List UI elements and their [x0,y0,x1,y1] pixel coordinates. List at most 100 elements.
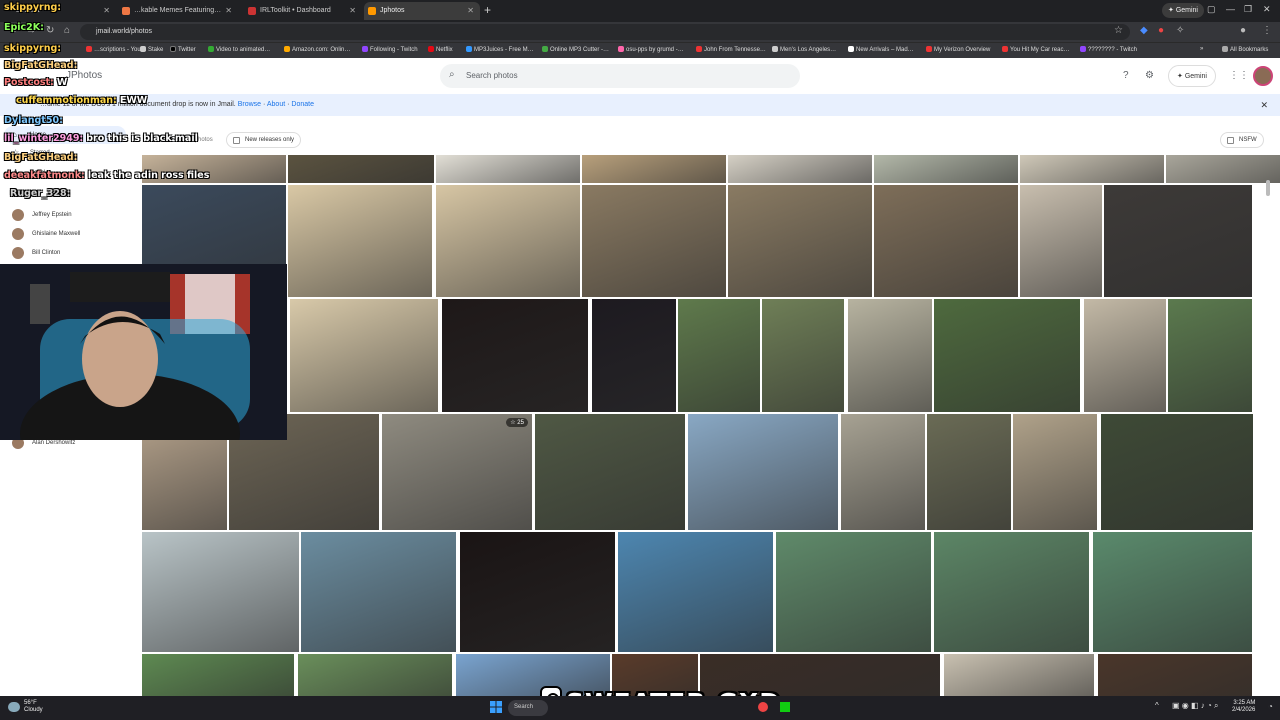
photo-thumbnail[interactable] [535,414,685,530]
close-icon[interactable]: ✕ [349,6,356,15]
photo-thumbnail[interactable] [618,532,773,652]
bookmark-item[interactable]: New Arrivals – Mad… [848,46,914,53]
gear-icon[interactable]: ⚙ [1145,70,1154,81]
apps-grid-icon[interactable]: ⋮⋮ [1229,70,1249,81]
photo-thumbnail[interactable] [301,532,456,652]
photo-thumbnail[interactable] [142,532,299,652]
chat-username[interactable]: skippyrng: [4,2,61,13]
photo-thumbnail[interactable] [728,185,872,297]
extensions-puzzle-icon[interactable]: ✧ [1176,25,1184,36]
photo-thumbnail[interactable] [874,185,1018,297]
sidebar-person[interactable]: Bill Clinton [12,246,60,260]
photo-thumbnail[interactable] [1168,299,1252,412]
bookmark-item[interactable]: Men's Los Angeles… [772,46,836,53]
photo-thumbnail[interactable] [592,299,676,412]
windows-start-icon[interactable] [490,701,502,713]
gemini-button[interactable]: ✦ Gemini [1168,65,1216,87]
photo-thumbnail[interactable] [927,414,1011,530]
bookmark-item[interactable]: Online MP3 Cutter -… [542,46,609,53]
bookmark-item[interactable]: You Hit My Car reac… [1002,46,1069,53]
app-icon[interactable] [780,702,790,712]
photo-thumbnail[interactable] [442,299,588,412]
photo-thumbnail[interactable] [1013,414,1097,530]
taskbar-clock[interactable]: 3:25 AM 2/4/2026 [1232,700,1255,714]
close-window-icon[interactable]: ✕ [1263,4,1271,15]
all-bookmarks[interactable]: All Bookmarks [1222,46,1268,53]
photo-thumbnail[interactable] [1104,185,1252,297]
chat-username[interactable]: cuffemmotionman: [16,95,117,106]
help-icon[interactable]: ? [1123,70,1129,81]
maximize-icon[interactable]: ❐ [1244,4,1252,15]
banner-browse-link[interactable]: Browse [238,101,261,108]
nsfw-toggle[interactable]: NSFW [1220,132,1264,148]
tray-icons[interactable]: ▣ ◉ ◧ ♪ ◔ ⌕ [1172,701,1219,711]
photo-thumbnail[interactable] [290,299,438,412]
bookmark-more-icon[interactable]: » [1200,46,1203,52]
extension-icon[interactable]: ● [1158,25,1164,36]
photo-thumbnail[interactable] [944,654,1094,696]
photo-thumbnail[interactable] [762,299,844,412]
scrollbar[interactable] [1266,180,1270,196]
tray-chevron-icon[interactable]: ^ [1155,701,1159,710]
photo-thumbnail[interactable] [874,155,1018,183]
notification-icon[interactable]: ◔ [1268,702,1273,711]
bookmark-item[interactable]: Following - Twitch [362,46,418,53]
minimize-icon[interactable]: — [1226,4,1235,14]
chat-username[interactable]: lil_winter2949: [4,133,83,144]
close-icon[interactable]: ✕ [1260,100,1268,111]
bookmark-item[interactable]: Netflix [428,46,453,53]
profile-icon[interactable]: ● [1240,25,1246,36]
photo-thumbnail[interactable] [934,532,1089,652]
chat-username[interactable]: Ruger_328: [10,188,70,199]
photo-thumbnail[interactable] [1166,155,1280,183]
chat-username[interactable]: BigFatGHead: [4,60,77,71]
photo-thumbnail[interactable] [142,654,294,696]
avatar[interactable] [1253,66,1273,86]
photo-thumbnail[interactable] [1098,654,1252,696]
photo-thumbnail[interactable] [382,414,532,530]
browser-tab-4[interactable]: Jphotos ✕ [364,2,480,20]
photo-thumbnail[interactable] [460,532,615,652]
chat-username[interactable]: Epic2K: [4,22,44,33]
bookmark-star-icon[interactable]: ☆ [1114,25,1123,36]
photo-thumbnail[interactable] [436,155,580,183]
plus-icon[interactable]: + [484,3,491,17]
photo-thumbnail[interactable] [582,155,726,183]
photo-thumbnail[interactable] [934,299,1080,412]
photo-thumbnail[interactable] [678,299,760,412]
search-input[interactable]: ⌕ Search photos [440,64,800,88]
bookmark-item[interactable]: My Verizon Overview [926,46,990,53]
photo-thumbnail[interactable] [1093,532,1252,652]
photo-thumbnail[interactable] [1101,414,1253,530]
photo-thumbnail[interactable] [1020,155,1164,183]
photo-thumbnail[interactable] [1084,299,1166,412]
photo-thumbnail[interactable] [1020,185,1102,297]
photo-thumbnail[interactable] [436,185,580,297]
photo-thumbnail[interactable] [288,155,434,183]
photo-thumbnail[interactable] [841,414,925,530]
photo-thumbnail[interactable] [298,654,452,696]
chat-username[interactable]: BigFatGHead: [4,152,77,163]
photo-thumbnail[interactable] [848,299,932,412]
chat-username[interactable]: deeakfatmonk: [4,170,85,181]
bookmark-item[interactable]: Amazon.com: Onlin… [284,46,350,53]
extension-icon[interactable]: ◆ [1140,25,1148,36]
photo-thumbnail[interactable] [582,185,726,297]
weather-widget[interactable]: 56°F Cloudy [24,700,43,714]
photo-thumbnail[interactable] [688,414,838,530]
menu-icon[interactable]: ⋮ [1262,25,1272,36]
star-count-badge[interactable]: ☆ 25 [506,418,528,427]
close-icon[interactable]: ✕ [467,6,474,15]
bookmark-item[interactable]: osu-pps by grumd -… [618,46,684,53]
bookmark-item[interactable]: John From Tennesse… [696,46,766,53]
chat-username[interactable]: Postcost: [4,77,54,88]
banner-about-link[interactable]: About [267,101,285,108]
taskbar-search[interactable]: Search [508,700,548,716]
chat-username[interactable]: Dylangt50: [4,115,63,126]
gemini-browser-button[interactable]: ✦ Gemini [1162,3,1204,18]
chrome-icon[interactable] [758,702,768,712]
banner-donate-link[interactable]: Donate [291,101,314,108]
photo-thumbnail[interactable] [776,532,931,652]
photo-thumbnail[interactable] [288,185,432,297]
bookmark-item[interactable]: MP3Juices - Free M… [466,46,534,53]
